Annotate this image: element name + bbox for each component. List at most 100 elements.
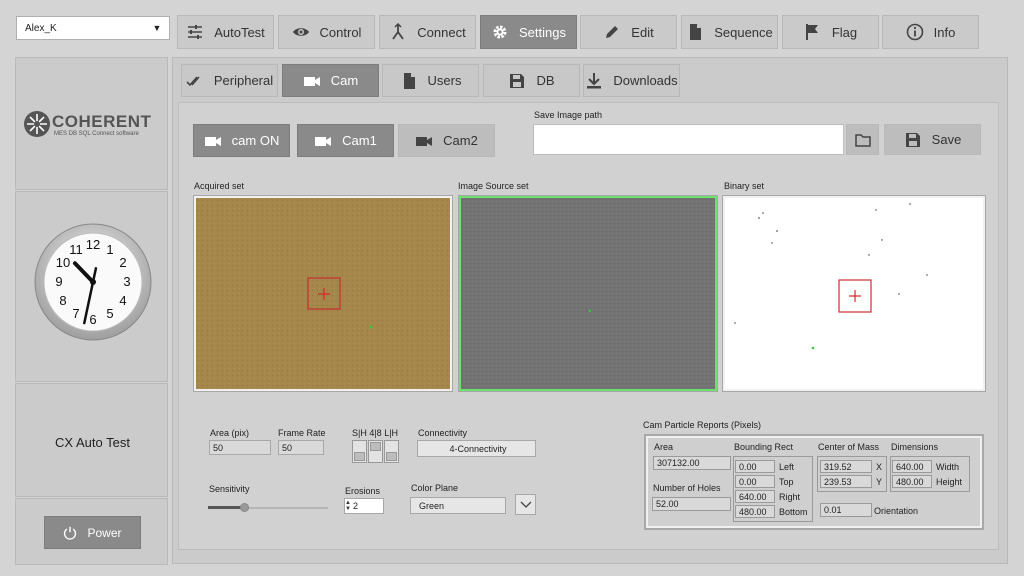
acquired-label: Acquired set — [194, 181, 245, 191]
video-camera-icon — [204, 136, 221, 146]
com-x-label: X — [876, 462, 883, 472]
svg-text:5: 5 — [106, 306, 113, 321]
nav-settings[interactable]: Settings — [480, 15, 577, 49]
browse-folder-button[interactable] — [846, 124, 879, 155]
nav-info[interactable]: Info — [882, 15, 979, 49]
nav-control[interactable]: Control — [278, 15, 375, 49]
bit-switches — [352, 440, 400, 463]
nav-edit[interactable]: Edit — [580, 15, 677, 49]
chevron-down-icon[interactable] — [515, 494, 536, 515]
area-field[interactable]: 50 — [209, 440, 271, 455]
floppy-disk-icon — [905, 132, 920, 147]
app-title: CX Auto Test — [55, 435, 130, 450]
svg-text:10: 10 — [56, 255, 70, 270]
source-image[interactable] — [459, 196, 717, 391]
floppy-disk-icon — [510, 73, 525, 88]
document-icon — [690, 24, 702, 40]
bounding-label: Bounding Rect — [734, 442, 794, 452]
download-icon — [587, 72, 602, 88]
com-x-value: 319.52 — [820, 460, 872, 473]
bounding-left-label: Left — [779, 462, 795, 472]
svg-text:6: 6 — [89, 312, 96, 327]
svg-text:12: 12 — [86, 237, 100, 252]
tab-db[interactable]: DB — [483, 64, 580, 97]
video-camera-icon — [303, 76, 320, 86]
folder-icon — [854, 133, 871, 147]
video-camera-icon — [416, 136, 433, 146]
bounding-top-value: 0.00 — [735, 475, 775, 488]
frame-rate-label: Frame Rate — [278, 428, 326, 438]
cam2-button[interactable]: Cam2 — [398, 124, 495, 157]
document-icon — [403, 72, 415, 89]
svg-text:8: 8 — [59, 293, 66, 308]
bits-label: S|H 4|8 L|H — [352, 428, 399, 438]
power-button[interactable]: Power — [44, 516, 141, 549]
com-y-label: Y — [876, 477, 883, 487]
tab-users[interactable]: Users — [382, 64, 479, 97]
binary-image[interactable] — [723, 196, 985, 391]
connect-icon — [392, 23, 405, 40]
frame-rate-field[interactable]: 50 — [278, 440, 324, 455]
erosions-field[interactable]: ▲ ▼ 2 — [344, 498, 384, 514]
report-area-label: Area — [654, 442, 674, 452]
nav-autotest[interactable]: AutoTest — [177, 15, 274, 49]
acquired-image[interactable] — [194, 196, 452, 391]
color-plane-select[interactable]: Green — [410, 497, 506, 514]
orientation-label: Orientation — [874, 506, 919, 516]
bounding-bottom-label: Bottom — [779, 507, 808, 517]
erosions-stepper-icon[interactable]: ▲ ▼ — [345, 500, 352, 512]
slider-thumb[interactable] — [240, 503, 249, 512]
user-select[interactable]: Alex_K ▼ — [16, 16, 170, 40]
switch-sh[interactable] — [352, 440, 367, 463]
tab-downloads[interactable]: Downloads — [583, 64, 680, 97]
video-camera-icon — [315, 136, 332, 146]
connectivity-label: Connectivity — [418, 428, 468, 438]
power-panel: Power — [15, 498, 168, 565]
svg-text:9: 9 — [55, 274, 62, 289]
report-holes-label: Number of Holes — [653, 483, 721, 493]
clock-panel: 12 1 2 345 678 9 10 11 — [15, 191, 168, 382]
gear-icon — [493, 25, 507, 39]
sensitivity-slider[interactable] — [208, 503, 328, 513]
dimensions-label: Dimensions — [891, 442, 939, 452]
tab-peripheral[interactable]: Peripheral — [181, 64, 278, 97]
cam1-button[interactable]: Cam1 — [297, 124, 394, 157]
clock-icon: 12 12 345 678 91011 — [34, 223, 152, 341]
sliders-icon — [188, 25, 203, 39]
coherent-logo-icon — [24, 111, 50, 137]
switch-48[interactable] — [368, 440, 383, 463]
user-select-value: Alex_K — [25, 23, 57, 34]
dim-height-label: Height — [936, 477, 963, 487]
info-icon — [906, 23, 923, 41]
bounding-right-value: 640.00 — [735, 490, 775, 503]
cam-on-button[interactable]: cam ON — [193, 124, 290, 157]
source-label: Image Source set — [458, 181, 529, 191]
svg-text:3: 3 — [123, 274, 130, 289]
nav-connect[interactable]: Connect — [379, 15, 476, 49]
tab-cam[interactable]: Cam — [282, 64, 379, 97]
bounding-left-value: 0.00 — [735, 460, 775, 473]
svg-text:7: 7 — [72, 306, 79, 321]
connectivity-select[interactable]: 4-Connectivity — [417, 440, 536, 457]
orientation-value: 0.01 — [820, 503, 872, 517]
switch-lh[interactable] — [384, 440, 399, 463]
svg-text:11: 11 — [69, 242, 83, 257]
save-path-input[interactable] — [533, 124, 844, 155]
erosions-label: Erosions — [345, 486, 381, 496]
logo-name: COHERENT — [52, 112, 152, 131]
report-holes-value: 52.00 — [652, 497, 731, 511]
double-check-icon — [186, 75, 200, 86]
sensitivity-label: Sensitivity — [209, 484, 250, 494]
nav-sequence[interactable]: Sequence — [681, 15, 778, 49]
logo-tagline: MES DB SQL Connect software — [54, 131, 139, 137]
report-title: Cam Particle Reports (Pixels) — [643, 420, 762, 430]
com-y-value: 239.53 — [820, 475, 872, 488]
slider-fill — [208, 506, 244, 509]
title-panel: CX Auto Test — [15, 383, 168, 497]
report-area-value: 307132.00 — [653, 456, 731, 470]
nav-flag[interactable]: Flag — [782, 15, 879, 49]
logo-panel: COHERENT MES DB SQL Connect software — [15, 57, 168, 190]
save-button[interactable]: Save — [884, 124, 981, 155]
eye-icon — [292, 28, 309, 36]
chevron-down-icon[interactable]: ▼ — [145, 17, 169, 39]
